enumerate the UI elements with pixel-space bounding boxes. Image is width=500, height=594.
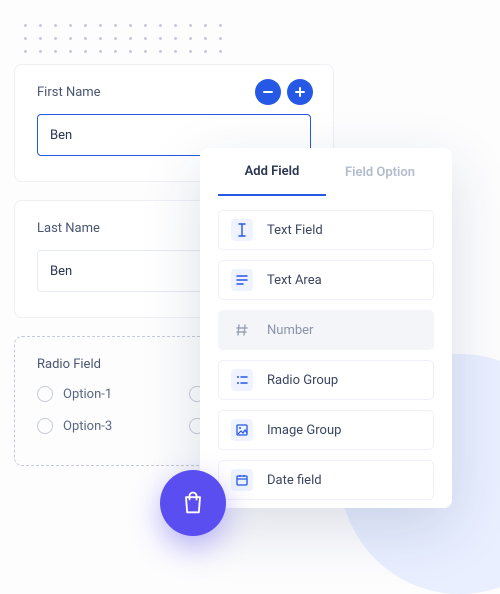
calendar-icon bbox=[231, 469, 253, 491]
text-cursor-icon bbox=[231, 219, 253, 241]
add-field-panel: Add Field Field Option Text Field Text A… bbox=[200, 148, 452, 508]
list-icon bbox=[231, 369, 253, 391]
radio-icon bbox=[37, 386, 53, 402]
field-type-label: Date field bbox=[267, 473, 322, 488]
field-type-list: Text Field Text Area Number Radio Group bbox=[218, 210, 434, 500]
field-type-label: Text Area bbox=[267, 273, 322, 288]
field-type-text-area[interactable]: Text Area bbox=[218, 260, 434, 300]
field-type-image-group[interactable]: Image Group bbox=[218, 410, 434, 450]
radio-option-label: Option-1 bbox=[63, 387, 112, 402]
remove-field-button[interactable] bbox=[255, 79, 281, 105]
radio-option[interactable]: Option-3 bbox=[37, 418, 159, 434]
shopping-bag-icon bbox=[179, 489, 207, 517]
hash-icon bbox=[231, 319, 253, 341]
last-name-value: Ben bbox=[50, 264, 72, 279]
field-type-label: Number bbox=[267, 323, 313, 338]
field-type-date-field[interactable]: Date field bbox=[218, 460, 434, 500]
field-type-number[interactable]: Number bbox=[218, 310, 434, 350]
radio-icon bbox=[37, 418, 53, 434]
text-lines-icon bbox=[231, 269, 253, 291]
field-type-label: Radio Group bbox=[267, 373, 338, 388]
field-type-text-field[interactable]: Text Field bbox=[218, 210, 434, 250]
field-type-label: Text Field bbox=[267, 223, 323, 238]
first-name-value: Ben bbox=[50, 128, 72, 143]
panel-tabs: Add Field Field Option bbox=[218, 148, 434, 196]
field-type-label: Image Group bbox=[267, 423, 341, 438]
tab-field-option[interactable]: Field Option bbox=[326, 148, 434, 196]
radio-option-label: Option-3 bbox=[63, 419, 112, 434]
radio-option[interactable]: Option-1 bbox=[37, 386, 159, 402]
add-field-button[interactable] bbox=[287, 79, 313, 105]
shopping-fab[interactable] bbox=[160, 470, 226, 536]
field-type-radio-group[interactable]: Radio Group bbox=[218, 360, 434, 400]
tab-add-field[interactable]: Add Field bbox=[218, 148, 326, 196]
image-icon bbox=[231, 419, 253, 441]
